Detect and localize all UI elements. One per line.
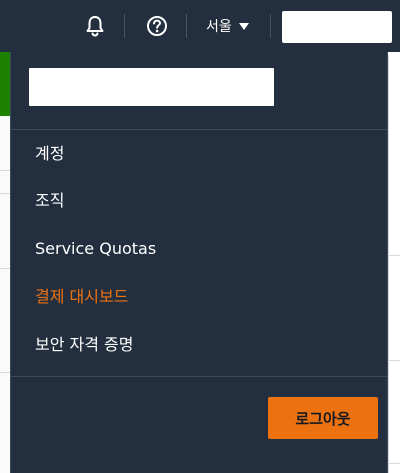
nav-divider bbox=[186, 14, 187, 38]
menu-separator bbox=[11, 376, 387, 377]
page-divider bbox=[0, 268, 10, 269]
nav-divider bbox=[270, 14, 271, 38]
nav-divider bbox=[124, 14, 125, 38]
page-success-banner-edge bbox=[0, 52, 10, 116]
menu-item-security-credentials[interactable]: 보안 자격 증명 bbox=[35, 333, 134, 357]
account-menu-button[interactable] bbox=[279, 8, 395, 46]
account-dropdown-menu: 계정 조직 Service Quotas 결제 대시보드 보안 자격 증명 로그… bbox=[10, 52, 388, 473]
page-right-edge bbox=[388, 55, 400, 473]
page-divider bbox=[0, 193, 10, 194]
region-label: 서울 bbox=[206, 19, 232, 35]
page-divider bbox=[0, 170, 10, 171]
page-divider bbox=[0, 372, 10, 373]
region-selector[interactable]: 서울 bbox=[206, 14, 249, 38]
help-circle-icon[interactable] bbox=[145, 13, 169, 39]
top-navigation-bar: 서울 bbox=[0, 0, 400, 52]
menu-item-service-quotas[interactable]: Service Quotas bbox=[35, 237, 156, 261]
logout-button[interactable]: 로그아웃 bbox=[268, 397, 378, 439]
menu-item-account[interactable]: 계정 bbox=[35, 142, 64, 166]
menu-item-billing-dashboard[interactable]: 결제 대시보드 bbox=[35, 285, 128, 309]
caret-down-icon bbox=[238, 22, 249, 30]
account-info-redacted bbox=[29, 68, 274, 106]
menu-item-organization[interactable]: 조직 bbox=[35, 189, 64, 213]
bell-icon[interactable] bbox=[83, 13, 107, 39]
menu-separator bbox=[11, 129, 387, 130]
